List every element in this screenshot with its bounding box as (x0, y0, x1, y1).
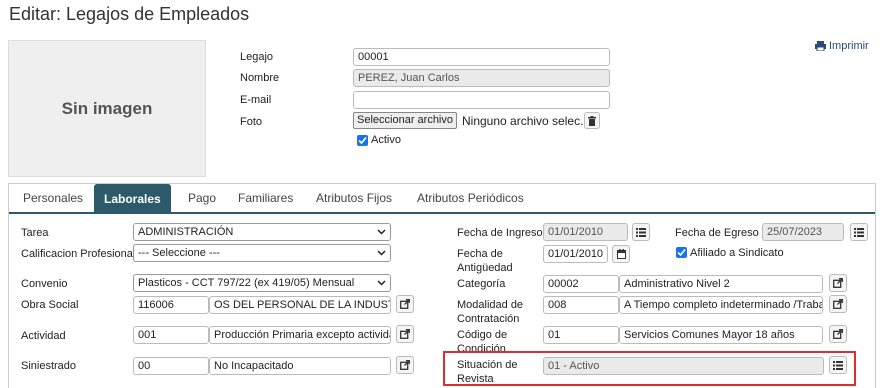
email-label: E-mail (240, 94, 272, 106)
external-link-icon (833, 299, 843, 309)
external-link-icon (833, 329, 843, 339)
obra-social-desc-input[interactable]: OS DEL PERSONAL DE LA INDUSTRIA (209, 296, 391, 314)
categoria-open-button[interactable] (829, 274, 847, 292)
fecha-antiguedad-label: Fecha de Antigüedad (457, 248, 513, 274)
fecha-egreso-input[interactable]: 25/07/2023 (762, 223, 844, 241)
codigo-condicion-desc-input[interactable]: Servicios Comunes Mayor 18 años (619, 326, 823, 344)
legajo-input[interactable]: 00001 (353, 48, 610, 66)
actividad-code-input[interactable]: 001 (133, 326, 209, 344)
tab-atributos-fijos[interactable]: Atributos Fijos (316, 191, 392, 205)
file-status: Ninguno archivo selec. (462, 114, 584, 128)
photo-placeholder: Sin imagen (8, 40, 206, 177)
calificacion-select[interactable]: --- Seleccione --- (133, 244, 391, 262)
calificacion-label: Calificacion Profesional (21, 248, 136, 260)
codigo-condicion-open-button[interactable] (829, 325, 847, 343)
categoria-label: Categoría (457, 278, 506, 290)
convenio-value: Plasticos - CCT 797/22 (ex 419/05) Mensu… (138, 277, 355, 289)
fecha-egreso-list-button[interactable] (850, 223, 868, 241)
chevron-down-icon (377, 250, 386, 256)
trash-icon (588, 115, 596, 126)
actividad-desc-input[interactable]: Producción Primaria excepto actividad (209, 326, 391, 344)
obra-social-open-button[interactable] (396, 295, 414, 313)
tab-bar: Personales Laborales Pago Familiares Atr… (9, 184, 875, 214)
siniestrado-desc-input[interactable]: No Incapacitado (209, 357, 391, 375)
convenio-label: Convenio (21, 278, 68, 290)
afiliado-checkbox[interactable] (676, 247, 687, 258)
convenio-select[interactable]: Plasticos - CCT 797/22 (ex 419/05) Mensu… (133, 274, 391, 292)
tarea-value: ADMINISTRACIÓN (138, 226, 234, 238)
calendar-icon (616, 249, 626, 259)
external-link-icon (833, 278, 843, 288)
modalidad-label: Modalidad de Contratación (457, 299, 524, 325)
activo-label: Activo (371, 134, 401, 146)
check-icon (358, 136, 367, 145)
calificacion-value: --- Seleccione --- (138, 247, 220, 259)
fecha-antiguedad-calendar-button[interactable] (612, 245, 630, 263)
tarea-label: Tarea (21, 227, 49, 239)
external-link-icon (400, 299, 410, 309)
obra-social-label: Obra Social (21, 299, 79, 311)
external-link-icon (400, 360, 410, 370)
afiliado-label: Afiliado a Sindicato (690, 247, 784, 259)
actividad-label: Actividad (21, 330, 66, 342)
printer-icon (815, 41, 826, 51)
siniestrado-open-button[interactable] (396, 356, 414, 374)
activo-checkbox[interactable] (357, 135, 368, 146)
list-icon (636, 227, 646, 237)
tab-laborales[interactable]: Laborales (94, 184, 171, 214)
fecha-ingreso-label: Fecha de Ingreso (457, 227, 543, 239)
tab-pago[interactable]: Pago (188, 191, 216, 205)
chevron-down-icon (377, 229, 386, 235)
codigo-condicion-code-input[interactable]: 01 (543, 326, 619, 344)
obra-social-code-input[interactable]: 116006 (133, 296, 209, 314)
modalidad-code-input[interactable]: 008 (543, 296, 619, 314)
page-title: Editar: Legajos de Empleados (9, 4, 250, 24)
print-link[interactable]: Imprimir (815, 40, 869, 52)
modalidad-desc-input[interactable]: A Tiempo completo indeterminado /Trabajo (619, 296, 823, 314)
foto-label: Foto (240, 116, 263, 128)
modalidad-open-button[interactable] (829, 295, 847, 313)
list-icon (854, 227, 864, 237)
actividad-open-button[interactable] (396, 325, 414, 343)
fecha-ingreso-input[interactable]: 01/01/2010 (543, 223, 628, 241)
tarea-select[interactable]: ADMINISTRACIÓN (133, 223, 391, 241)
legajo-label: Legajo (240, 51, 274, 63)
print-label: Imprimir (829, 40, 869, 52)
tab-personales[interactable]: Personales (23, 191, 83, 205)
nombre-input[interactable]: PEREZ, Juan Carlos (353, 69, 610, 87)
select-file-button[interactable]: Seleccionar archivo (353, 112, 457, 129)
chevron-down-icon (377, 280, 386, 286)
fecha-ingreso-list-button[interactable] (632, 223, 650, 241)
external-link-icon (400, 329, 410, 339)
tab-familiares[interactable]: Familiares (238, 191, 293, 205)
photo-placeholder-text: Sin imagen (61, 98, 153, 118)
fecha-egreso-label: Fecha de Egreso (675, 227, 759, 239)
tab-atributos-periodicos[interactable]: Atributos Periódicos (417, 191, 524, 205)
email-input[interactable] (353, 91, 610, 109)
siniestrado-label: Siniestrado (21, 360, 77, 372)
highlight-box (443, 351, 856, 386)
nombre-label: Nombre (240, 72, 280, 84)
fecha-antiguedad-input[interactable]: 01/01/2010 (543, 245, 608, 263)
categoria-desc-input[interactable]: Administrativo Nivel 2 (619, 275, 823, 293)
categoria-code-input[interactable]: 00002 (543, 275, 619, 293)
siniestrado-code-input[interactable]: 00 (133, 357, 209, 375)
check-icon (677, 248, 686, 257)
delete-photo-button[interactable] (584, 112, 600, 129)
